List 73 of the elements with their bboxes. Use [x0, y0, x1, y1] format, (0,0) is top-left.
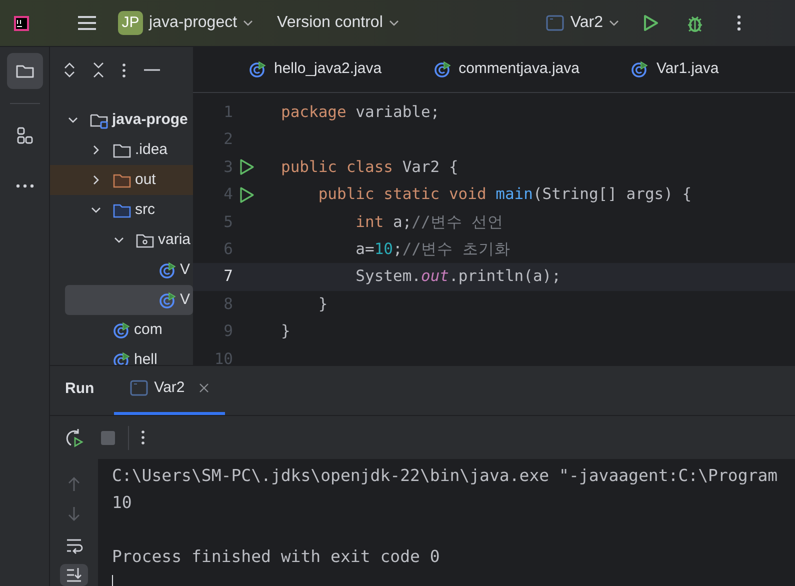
- chevron-down-icon: [388, 20, 399, 26]
- project-badge: JP: [118, 11, 143, 35]
- java-class-icon: [249, 61, 266, 78]
- tree-item[interactable]: java-proge: [50, 105, 193, 135]
- run-panel-title: Run: [65, 378, 94, 398]
- code-line: public class Var2 {: [281, 156, 458, 178]
- line-number: 7: [222, 266, 233, 288]
- tree-item[interactable]: com: [50, 315, 193, 345]
- tree-item[interactable]: V: [50, 255, 193, 285]
- tree-item[interactable]: src: [50, 195, 193, 225]
- package-folder-icon: [136, 232, 154, 248]
- code-line: }: [317, 294, 328, 315]
- window-icon: [130, 380, 148, 396]
- version-control-label: Version control: [277, 13, 383, 33]
- tree-item[interactable]: .idea: [50, 135, 193, 165]
- code-line: a=10;//변수 초기화: [354, 239, 510, 260]
- console-line: Process finished with exit code 0: [112, 546, 441, 568]
- tree-item[interactable]: hell: [50, 345, 193, 365]
- chevron-down-icon: [114, 235, 124, 245]
- chevron-down-icon: [243, 20, 254, 26]
- app-logo-icon[interactable]: [14, 16, 29, 30]
- tool-window-project-button[interactable]: [6, 53, 42, 89]
- project-name: java-progect: [149, 13, 238, 33]
- scroll-to-end-icon: [65, 566, 83, 584]
- run-configuration-selector[interactable]: Var2: [546, 11, 619, 35]
- editor-tab[interactable]: Var1.java: [631, 58, 719, 81]
- menu-icon[interactable]: [77, 15, 97, 31]
- window-icon: [546, 15, 564, 31]
- code-line: int a;//변수 선언: [354, 212, 504, 233]
- text-cursor: [112, 575, 113, 586]
- close-icon[interactable]: [198, 382, 209, 393]
- more-icon[interactable]: [122, 62, 126, 78]
- project-folder-icon: [90, 112, 108, 128]
- scroll-to-end-button[interactable]: [60, 564, 88, 586]
- run-icon[interactable]: [239, 158, 255, 176]
- more-icon: [16, 184, 34, 188]
- chevron-right-icon: [91, 145, 101, 155]
- more-icon[interactable]: [141, 430, 145, 445]
- editor-tab[interactable]: commentjava.java: [434, 58, 580, 81]
- tree-item[interactable]: varia: [50, 225, 193, 255]
- code-line: System.out.println(a);: [354, 266, 561, 288]
- java-class-icon: [113, 322, 130, 338]
- tree-item[interactable]: out: [50, 165, 193, 195]
- run-icon[interactable]: [643, 14, 659, 32]
- project-selector[interactable]: JP java-progect: [118, 11, 254, 35]
- run-tab[interactable]: Var2: [114, 376, 225, 415]
- run-configuration-name: Var2: [570, 13, 603, 33]
- java-class-icon: [434, 61, 451, 78]
- java-class-icon: [631, 61, 648, 78]
- expand-all-icon[interactable]: [64, 62, 75, 78]
- folder-icon: [113, 172, 131, 188]
- run-icon[interactable]: [239, 186, 255, 204]
- chevron-down-icon: [91, 205, 101, 215]
- minimize-icon[interactable]: [144, 69, 160, 71]
- more-icon[interactable]: [737, 15, 741, 31]
- tree-item[interactable]: V: [65, 285, 193, 315]
- chevron-down-icon: [68, 115, 78, 125]
- chevron-right-icon: [91, 175, 101, 185]
- java-class-icon: [113, 352, 130, 365]
- editor-tab[interactable]: hello_java2.java: [249, 58, 382, 81]
- code-line: public static void main(String[] args) {: [317, 184, 692, 206]
- java-class-icon: [159, 262, 176, 278]
- console-line: 10: [112, 492, 133, 514]
- rerun-icon[interactable]: [64, 428, 84, 448]
- chevron-down-icon: [609, 20, 619, 26]
- version-control-menu[interactable]: Version control: [277, 11, 399, 35]
- code-line: }: [281, 321, 290, 342]
- collapse-all-icon[interactable]: [93, 62, 104, 78]
- code-line: package variable;: [281, 102, 440, 124]
- folder-icon: [113, 142, 131, 158]
- java-class-icon: [159, 292, 176, 308]
- console-line: C:\Users\SM-PC\.jdks\openjdk-22\bin\java.exe "-javaagent:C:\Program: [112, 465, 779, 488]
- folder-icon: [113, 202, 131, 218]
